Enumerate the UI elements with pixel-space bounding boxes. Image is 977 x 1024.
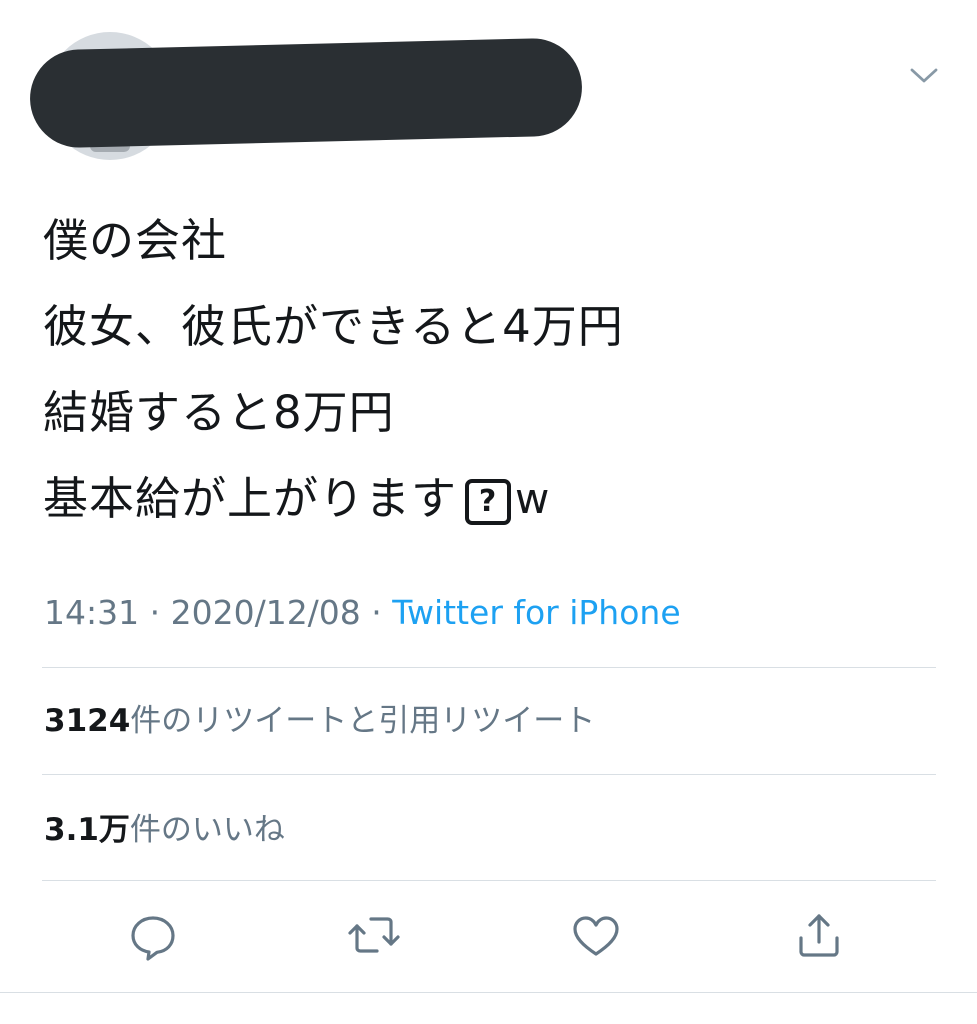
tweet-header <box>0 0 977 190</box>
divider <box>42 774 936 775</box>
tweet-line: 彼女、彼氏ができると4万円 <box>43 300 624 353</box>
like-button[interactable] <box>567 908 625 966</box>
bottom-divider <box>0 992 977 993</box>
tweet-line: 結婚すると8万円 <box>43 386 395 439</box>
heart-icon <box>567 906 625 968</box>
unknown-emoji-icon: ? <box>465 479 512 525</box>
likes-label: 件のいいね <box>129 812 285 848</box>
divider <box>42 667 936 668</box>
tweet-time: 14:31 <box>44 593 140 632</box>
reply-button[interactable] <box>124 908 182 966</box>
redacted-username <box>28 37 584 149</box>
share-button[interactable] <box>790 908 848 966</box>
retweet-icon <box>345 906 403 968</box>
tweet-actions <box>0 904 977 974</box>
retweet-button[interactable] <box>345 908 403 966</box>
likes-stat[interactable]: 3.1万件のいいね <box>44 806 285 854</box>
divider <box>42 880 936 881</box>
meta-separator: · <box>360 593 393 632</box>
tweet-suffix: w <box>515 474 551 523</box>
retweets-count: 3124 <box>44 703 131 739</box>
tweet-date: 2020/12/08 <box>170 593 361 632</box>
tweet-source-link[interactable]: Twitter for iPhone <box>392 593 680 632</box>
likes-count: 3.1万 <box>44 812 130 848</box>
reply-icon <box>124 906 182 968</box>
tweet-meta: 14:31 · 2020/12/08 · Twitter for iPhone <box>44 589 681 637</box>
tweet-line: 僕の会社 <box>43 214 228 267</box>
tweet-body: 僕の会社 彼女、彼氏ができると4万円 結婚すると8万円 基本給が上がります ? … <box>43 198 943 542</box>
share-icon <box>790 906 848 968</box>
retweets-stat[interactable]: 3124件のリツイートと引用リツイート <box>44 697 595 745</box>
retweets-label: 件のリツイートと引用リツイート <box>130 703 596 739</box>
tweet-line-text: 基本給が上がります <box>43 472 458 525</box>
chevron-down-icon[interactable] <box>904 60 944 90</box>
tweet-line-final: 基本給が上がります ? w <box>43 456 550 542</box>
meta-separator: · <box>139 593 171 632</box>
tweet-line: 基本給が上がります ? w <box>43 456 943 542</box>
